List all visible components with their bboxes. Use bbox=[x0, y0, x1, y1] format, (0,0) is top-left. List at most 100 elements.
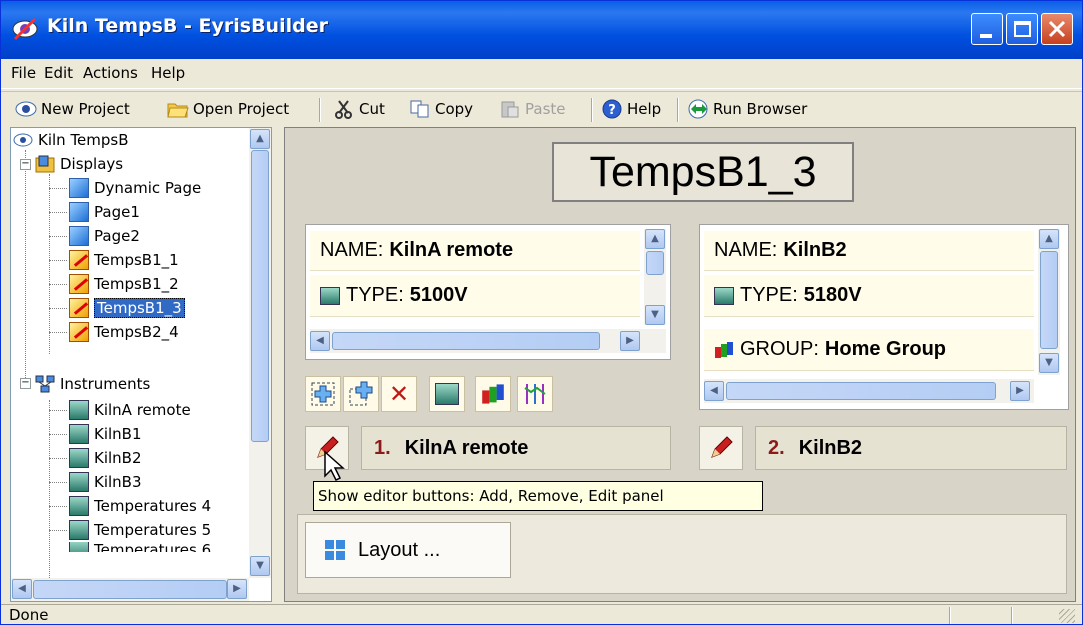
layout-button-label: Layout ... bbox=[358, 538, 441, 561]
menu-edit[interactable]: Edit bbox=[44, 64, 73, 82]
tree-item-display[interactable]: TempsB1_1 bbox=[69, 248, 179, 272]
tree-item-displays[interactable]: Displays bbox=[35, 152, 123, 176]
instrument-panel-button[interactable] bbox=[429, 376, 465, 412]
card-horizontal-scrollbar[interactable]: ◀ ▶ bbox=[310, 329, 666, 353]
group-value: Home Group bbox=[824, 338, 947, 360]
run-browser-button[interactable]: Run Browser bbox=[687, 96, 807, 122]
paste-button[interactable]: Paste bbox=[499, 96, 566, 122]
card-vertical-scrollbar[interactable]: ▲ ▼ bbox=[1038, 229, 1060, 375]
layout-button[interactable]: Layout ... bbox=[305, 522, 511, 578]
project-tree[interactable]: Kiln TempsB − Displays Dynamic Page Page… bbox=[10, 127, 272, 602]
tree-item-display[interactable]: Page1 bbox=[69, 200, 140, 224]
help-button[interactable]: ? Help bbox=[601, 96, 661, 122]
tree-item-display[interactable]: TempsB1_2 bbox=[69, 272, 179, 296]
tree-item-display[interactable]: Page2 bbox=[69, 224, 140, 248]
display-editor: TempsB1_3 NAME: KilnA remote TYPE: 5100V ▲… bbox=[284, 127, 1076, 602]
scroll-up-icon[interactable]: ▲ bbox=[645, 229, 665, 249]
close-icon bbox=[1048, 20, 1066, 38]
scroll-thumb[interactable] bbox=[332, 332, 600, 350]
scroll-thumb[interactable] bbox=[646, 251, 664, 275]
tree-item-display[interactable]: TempsB2_4 bbox=[69, 320, 179, 344]
display-edit-icon bbox=[69, 274, 89, 294]
remove-button[interactable]: ✕ bbox=[381, 376, 417, 412]
scroll-thumb[interactable] bbox=[251, 150, 269, 442]
tree-item-root[interactable]: Kiln TempsB bbox=[13, 128, 129, 152]
instrument-card-1[interactable]: NAME: KilnA remote TYPE: 5100V ▲ ▼ ◀ ▶ bbox=[305, 224, 671, 360]
card-vertical-scrollbar[interactable]: ▲ ▼ bbox=[644, 229, 666, 325]
tree-item-instrument[interactable]: KilnB2 bbox=[69, 446, 142, 470]
scroll-left-icon[interactable]: ◀ bbox=[12, 579, 32, 599]
menu-help[interactable]: Help bbox=[151, 64, 185, 82]
scroll-left-icon[interactable]: ◀ bbox=[704, 381, 724, 401]
cut-label: Cut bbox=[359, 100, 385, 118]
instrument-row-2[interactable]: 2. KilnB2 bbox=[755, 426, 1067, 470]
help-label: Help bbox=[627, 100, 662, 118]
scroll-right-icon[interactable]: ▶ bbox=[1010, 381, 1030, 401]
instruments-network-icon bbox=[35, 375, 55, 393]
edit-panel-button[interactable] bbox=[699, 426, 743, 470]
tree-item-instrument[interactable]: Temperatures 6 bbox=[69, 542, 211, 552]
group-icon bbox=[715, 341, 733, 358]
maximize-button[interactable] bbox=[1006, 13, 1038, 45]
tree-item-label: Instruments bbox=[60, 375, 151, 393]
scroll-up-icon[interactable]: ▲ bbox=[250, 129, 270, 149]
close-button[interactable] bbox=[1041, 13, 1073, 45]
tree-item-label: Temperatures 6 bbox=[94, 542, 212, 552]
name-value: KilnA remote bbox=[389, 239, 514, 261]
tree-item-instrument[interactable]: KilnB1 bbox=[69, 422, 142, 446]
name-value: KilnB2 bbox=[783, 239, 847, 261]
scroll-down-icon[interactable]: ▼ bbox=[250, 556, 270, 576]
tree-item-display[interactable]: Dynamic Page bbox=[69, 176, 201, 200]
open-project-button[interactable]: Open Project bbox=[167, 96, 289, 122]
scroll-left-icon[interactable]: ◀ bbox=[310, 331, 330, 351]
tree-item-instrument[interactable]: KilnB3 bbox=[69, 470, 142, 494]
help-icon: ? bbox=[602, 99, 622, 119]
type-label: TYPE: bbox=[740, 284, 798, 306]
tree-item-instrument[interactable]: Temperatures 4 bbox=[69, 494, 211, 518]
instrument-card-2[interactable]: NAME: KilnB2 TYPE: 5180V GROUP: Home Group … bbox=[699, 224, 1069, 410]
scroll-up-icon[interactable]: ▲ bbox=[1039, 229, 1059, 249]
collapse-icon[interactable]: − bbox=[20, 159, 31, 170]
scroll-right-icon[interactable]: ▶ bbox=[620, 331, 640, 351]
mouse-cursor-icon bbox=[324, 450, 345, 482]
card-horizontal-scrollbar[interactable]: ◀ ▶ bbox=[704, 379, 1034, 403]
tree-vertical-scrollbar[interactable]: ▲ ▼ bbox=[249, 128, 271, 578]
tree-item-label: TempsB1_1 bbox=[94, 251, 179, 269]
scroll-thumb[interactable] bbox=[33, 580, 227, 599]
instrument-icon bbox=[69, 424, 89, 444]
copy-button[interactable]: Copy bbox=[409, 96, 473, 122]
menu-file[interactable]: File bbox=[11, 64, 36, 82]
scroll-thumb[interactable] bbox=[1040, 251, 1058, 349]
tree-line bbox=[49, 400, 50, 600]
tree-horizontal-scrollbar[interactable]: ◀ ▶ bbox=[11, 578, 249, 601]
name-field: NAME: KilnB2 bbox=[704, 231, 1034, 271]
scroll-down-icon[interactable]: ▼ bbox=[1039, 353, 1059, 373]
scroll-down-icon[interactable]: ▼ bbox=[645, 305, 665, 325]
instrument-row-1[interactable]: 1. KilnA remote bbox=[361, 426, 671, 470]
tree-item-label: TempsB1_2 bbox=[94, 275, 179, 293]
type-field: TYPE: 5180V bbox=[704, 275, 1034, 317]
minimize-button[interactable] bbox=[971, 13, 1003, 45]
title-bar[interactable]: Kiln TempsB - EyrisBuilder bbox=[1, 1, 1082, 59]
add-after-icon bbox=[349, 381, 373, 406]
menu-bar: File Edit Actions Help bbox=[1, 59, 1082, 89]
tree-item-display-selected[interactable]: TempsB1_3 bbox=[69, 296, 185, 320]
status-divider bbox=[1011, 607, 1013, 624]
new-project-button[interactable]: New Project bbox=[15, 96, 130, 122]
cut-button[interactable]: Cut bbox=[333, 96, 385, 122]
page-title[interactable]: TempsB1_3 bbox=[552, 142, 854, 202]
collapse-icon[interactable]: − bbox=[20, 378, 31, 389]
tree-item-instruments[interactable]: Instruments bbox=[35, 372, 150, 396]
resize-grip-icon[interactable] bbox=[1059, 609, 1075, 623]
name-label: NAME: bbox=[320, 239, 384, 261]
scroll-right-icon[interactable]: ▶ bbox=[227, 579, 247, 599]
group-panel-button[interactable] bbox=[475, 376, 511, 412]
tree-line bbox=[49, 410, 67, 411]
tree-item-instrument[interactable]: KilnA remote bbox=[69, 398, 191, 422]
add-panel-button[interactable] bbox=[305, 376, 341, 412]
trend-panel-button[interactable] bbox=[517, 376, 553, 412]
add-below-button[interactable] bbox=[343, 376, 379, 412]
menu-actions[interactable]: Actions bbox=[83, 64, 138, 82]
tree-item-instrument[interactable]: Temperatures 5 bbox=[69, 518, 211, 542]
scroll-thumb[interactable] bbox=[726, 382, 996, 400]
